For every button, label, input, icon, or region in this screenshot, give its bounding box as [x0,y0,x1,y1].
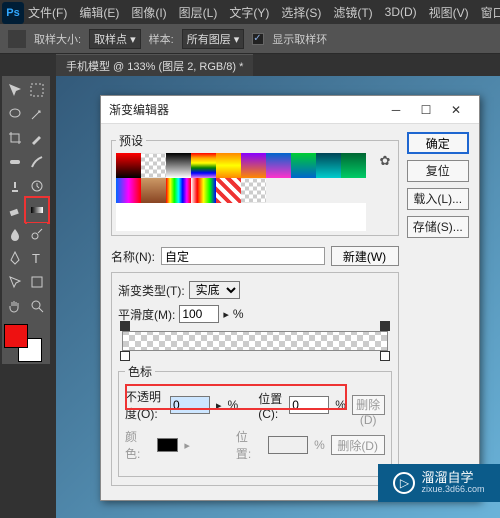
type-tool-icon[interactable]: T [27,247,47,269]
brush-tool-icon[interactable] [27,151,47,173]
stops-fieldset: 色标 不透明度(O): ▸ % 位置(C): % 删除(D) 颜色: ▸ [118,363,392,477]
menu-window[interactable]: 窗口(W) [481,4,500,21]
opacity-label: 不透明度(O): [125,388,164,422]
color-stop-right[interactable] [380,351,390,361]
gradient-type-select[interactable]: 实底 [189,281,240,299]
gradient-editor-dialog: 渐变编辑器 ─ ☐ ✕ 预设 ✿ [100,95,480,501]
watermark: ▷ 溜溜自学 zixue.3d66.com [378,464,500,502]
color-label: 颜色: [125,428,151,462]
zoom-tool-icon[interactable] [27,295,47,317]
sample-label: 样本: [149,31,174,47]
gradient-type-label: 渐变类型(T): [118,282,185,299]
preset-swatch-grid[interactable] [116,153,366,231]
show-ring-checkbox[interactable] [252,33,264,45]
gear-icon[interactable]: ✿ [380,153,394,167]
sample-size-label: 取样大小: [34,31,81,47]
options-bar: 取样大小: 取样点 ▾ 样本: 所有图层 ▾ 显示取样环 [0,24,500,54]
svg-text:T: T [32,251,40,266]
name-label: 名称(N): [111,248,155,265]
show-ring-label: 显示取样环 [272,31,327,47]
presets-legend: 预设 [116,132,146,149]
gradient-settings-fieldset: 渐变类型(T): 实底 平滑度(M): ▸ % 色标 [111,272,399,486]
path-select-icon[interactable] [5,271,25,293]
watermark-logo-icon: ▷ [393,472,415,494]
position-input[interactable] [289,396,329,414]
gradient-name-input[interactable] [161,247,325,265]
opacity-stop-left[interactable] [120,321,130,331]
menu-layer[interactable]: 图层(L) [179,4,218,21]
gradient-tool-icon[interactable] [27,199,47,221]
history-brush-icon[interactable] [27,175,47,197]
minimize-button[interactable]: ─ [381,103,411,117]
marquee-tool-icon[interactable] [27,79,47,101]
menu-bar: 文件(F) 编辑(E) 图像(I) 图层(L) 文字(Y) 选择(S) 滤镜(T… [28,0,500,24]
sample-size-dropdown[interactable]: 取样点 ▾ [89,29,141,49]
opacity-input[interactable] [170,396,210,414]
menu-3d[interactable]: 3D(D) [385,5,417,19]
percent-label-3: % [335,398,346,412]
document-tabs: 手机模型 @ 133% (图层 2, RGB/8) * [56,54,253,76]
shape-tool-icon[interactable] [27,271,47,293]
eraser-tool-icon[interactable] [5,199,25,221]
new-gradient-button[interactable]: 新建(W) [331,246,399,266]
reset-button[interactable]: 复位 [407,160,469,182]
toolbox: T [2,76,50,364]
delete-color-button: 删除(D) [331,435,385,455]
hand-tool-icon[interactable] [5,295,25,317]
stops-legend: 色标 [125,363,155,380]
position-label-2: 位置: [236,428,262,462]
menu-select[interactable]: 选择(S) [281,4,321,21]
percent-label-4: % [314,438,325,452]
watermark-url: zixue.3d66.com [421,485,484,495]
heal-tool-icon[interactable] [5,151,25,173]
close-button[interactable]: ✕ [441,103,471,117]
menu-type[interactable]: 文字(Y) [229,4,269,21]
save-button[interactable]: 存储(S)... [407,216,469,238]
ok-button[interactable]: 确定 [407,132,469,154]
blur-tool-icon[interactable] [5,223,25,245]
app-logo: Ps [2,2,24,24]
color-swatch[interactable] [157,438,178,452]
stamp-tool-icon[interactable] [5,175,25,197]
smoothness-input[interactable] [179,305,219,323]
gradient-bar[interactable] [122,331,388,351]
position-label: 位置(C): [258,390,283,421]
lasso-tool-icon[interactable] [5,103,25,125]
color-stop-left[interactable] [120,351,130,361]
presets-fieldset: 预设 ✿ [111,132,399,236]
delete-stop-button[interactable]: 删除(D) [352,395,385,415]
eyedropper-tool-icon[interactable] [27,127,47,149]
color-position-input [268,436,308,454]
load-button[interactable]: 载入(L)... [407,188,469,210]
eyedropper-icon [8,30,26,48]
move-tool-icon[interactable] [5,79,25,101]
dialog-title: 渐变编辑器 [109,101,381,118]
smoothness-label: 平滑度(M): [118,306,175,323]
fg-color-swatch[interactable] [4,324,28,348]
percent-label-2: % [228,398,239,412]
percent-label-1: % [233,307,244,321]
menu-view[interactable]: 视图(V) [429,4,469,21]
menu-file[interactable]: 文件(F) [28,4,67,21]
wand-tool-icon[interactable] [27,103,47,125]
maximize-button[interactable]: ☐ [411,103,441,117]
sample-dropdown[interactable]: 所有图层 ▾ [182,29,245,49]
watermark-brand: 溜溜自学 [421,471,484,485]
dodge-tool-icon[interactable] [27,223,47,245]
menu-image[interactable]: 图像(I) [131,4,166,21]
crop-tool-icon[interactable] [5,127,25,149]
menu-edit[interactable]: 编辑(E) [79,4,119,21]
opacity-stop-right[interactable] [380,321,390,331]
pen-tool-icon[interactable] [5,247,25,269]
document-tab[interactable]: 手机模型 @ 133% (图层 2, RGB/8) * [56,54,253,77]
menu-filter[interactable]: 滤镜(T) [333,4,372,21]
color-swatches[interactable] [4,324,42,362]
